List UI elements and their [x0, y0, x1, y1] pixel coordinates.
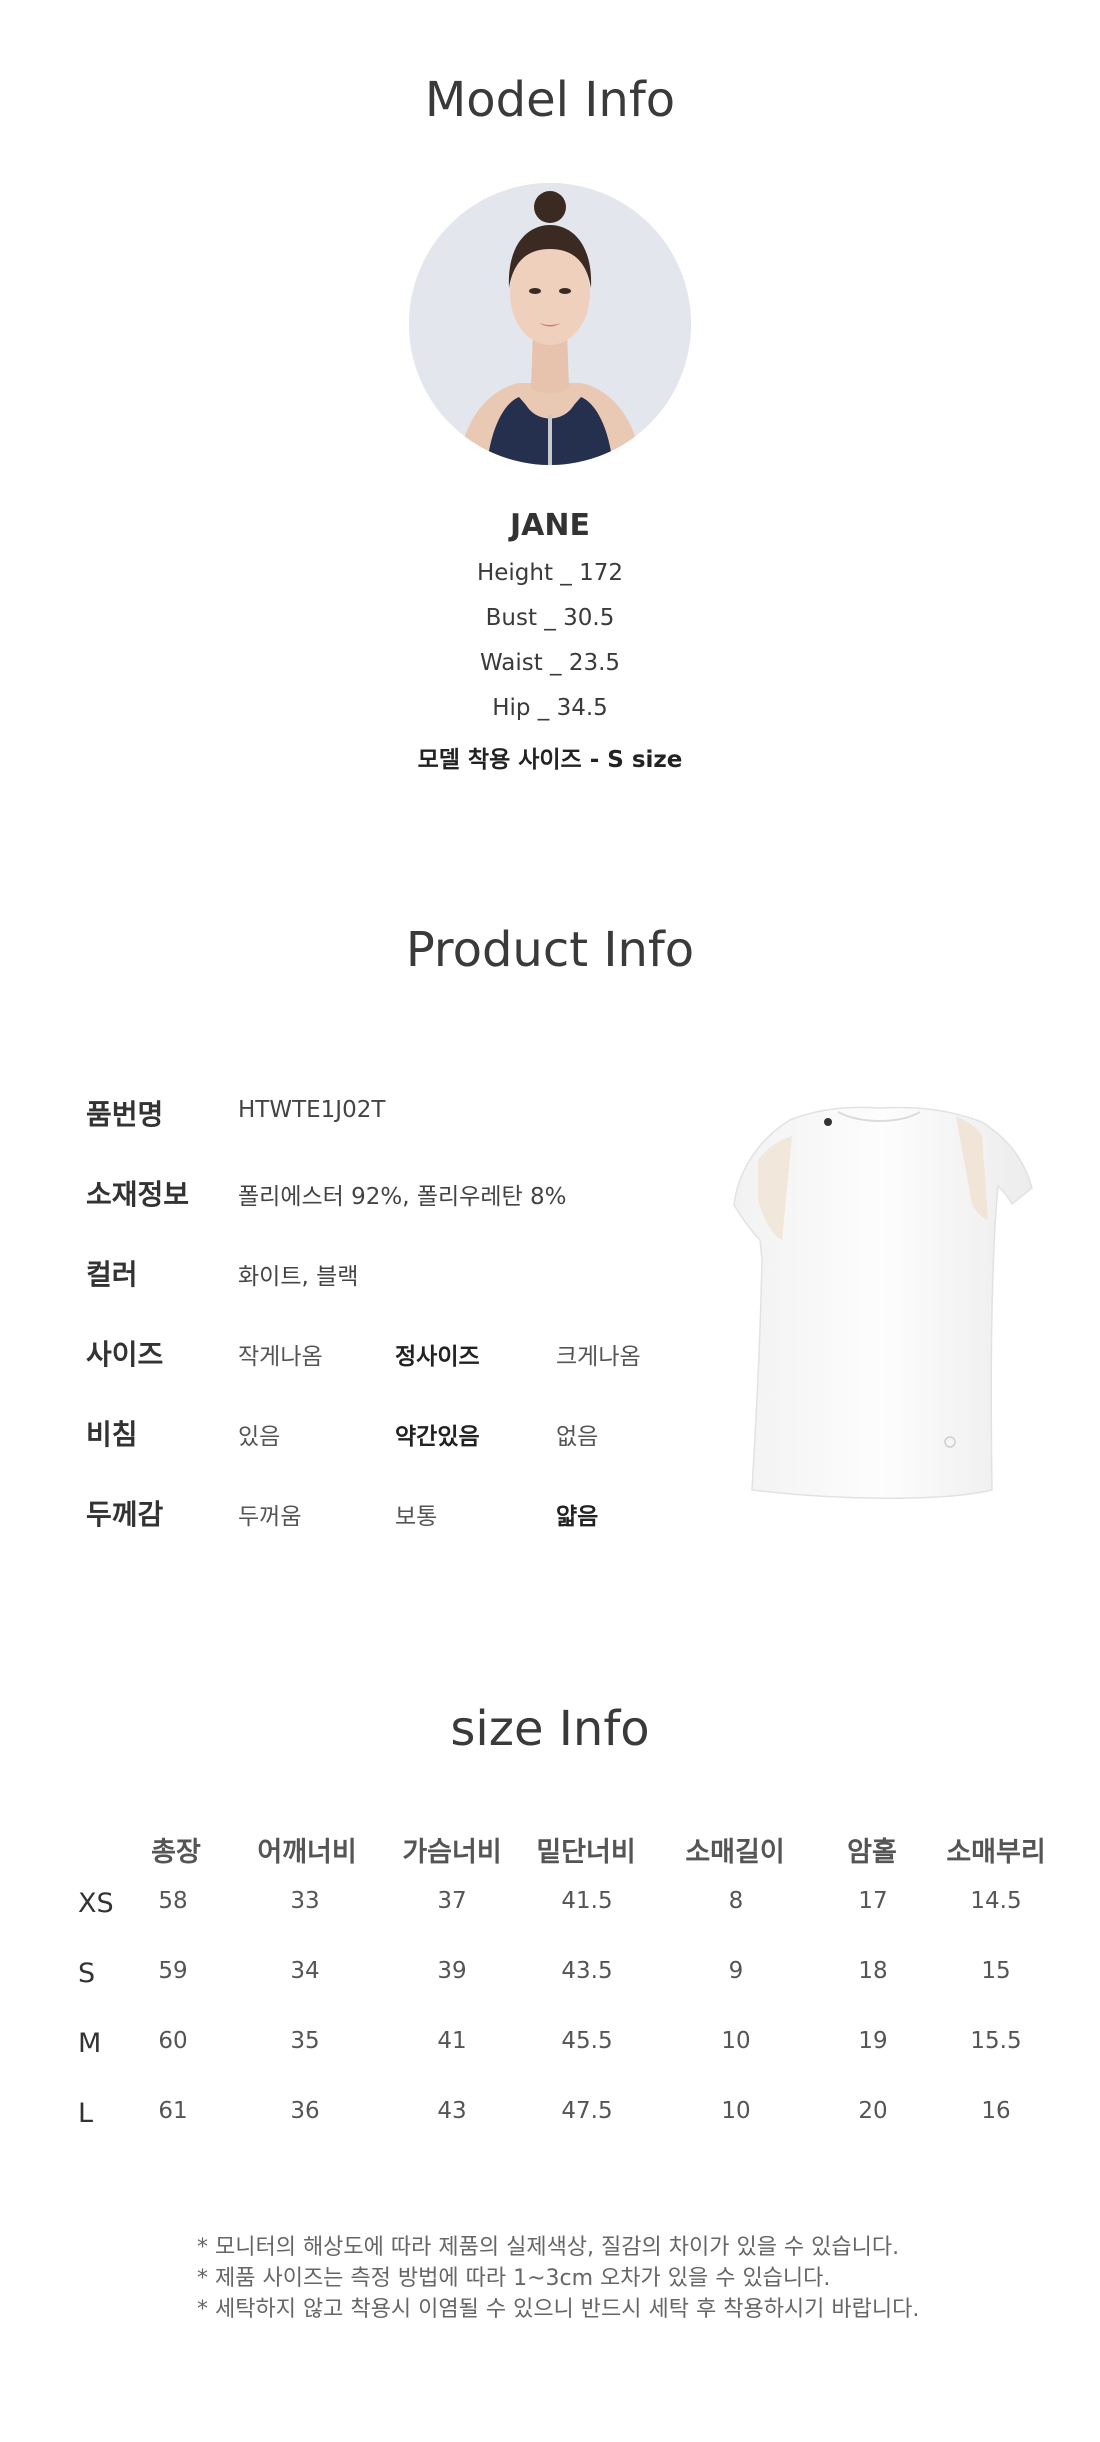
size-cell: 36 — [290, 2098, 320, 2124]
size-cell: 15 — [981, 1958, 1011, 1984]
size-cell: 39 — [437, 1958, 467, 1984]
size-row-m: M 60 35 41 45.5 10 19 15.5 — [0, 2028, 1100, 2068]
model-height: Height _ 172 — [476, 560, 624, 586]
size-cell: 60 — [158, 2028, 188, 2054]
size-header-cell: 밑단너비 — [536, 1837, 636, 1868]
product-row-material: 소재정보 폴리에스터 92%, 폴리우레탄 8% — [0, 1173, 700, 1213]
product-label: 컬러 — [86, 1258, 138, 1291]
scale-option: 얇음 — [556, 1504, 599, 1530]
product-info-title: Product Info — [405, 922, 695, 978]
scale-option: 약간있음 — [395, 1424, 480, 1450]
product-value: 화이트, 블랙 — [238, 1264, 359, 1290]
model-photo-illustration — [409, 183, 691, 465]
size-label: M — [78, 2028, 102, 2059]
size-row-l: L 61 36 43 47.5 10 20 16 — [0, 2098, 1100, 2138]
size-cell: 19 — [858, 2028, 888, 2054]
model-hip: Hip _ 34.5 — [492, 695, 608, 721]
size-row-s: S 59 34 39 43.5 9 18 15 — [0, 1958, 1100, 1998]
size-cell: 43.5 — [561, 1958, 613, 1984]
scale-option: 보통 — [395, 1504, 438, 1530]
size-cell: 37 — [437, 1888, 467, 1914]
size-header-cell: 소매길이 — [685, 1837, 785, 1868]
size-cell: 61 — [158, 2098, 188, 2124]
size-cell: 41 — [437, 2028, 467, 2054]
size-header-cell: 소매부리 — [946, 1837, 1046, 1868]
product-row-code: 품번명 HTWTE1J02T — [0, 1093, 700, 1133]
size-cell: 41.5 — [561, 1888, 613, 1914]
size-label: L — [78, 2098, 94, 2129]
product-row-fit: 사이즈 작게나옴 정사이즈 크게나옴 — [0, 1333, 700, 1373]
disclaimer-notes: * 모니터의 해상도에 따라 제품의 실제색상, 질감의 차이가 있을 수 있습… — [197, 2232, 919, 2325]
model-info-title: Model Info — [424, 72, 676, 128]
size-label: S — [78, 1958, 96, 1989]
size-cell: 33 — [290, 1888, 320, 1914]
scale-option: 없음 — [556, 1424, 599, 1450]
product-label: 두께감 — [86, 1498, 164, 1531]
size-cell: 10 — [721, 2028, 751, 2054]
model-wearing-size: 모델 착용 사이즈 - S size — [417, 747, 683, 773]
size-header-cell: 총장 — [151, 1837, 201, 1868]
size-header-cell: 어깨너비 — [257, 1837, 357, 1868]
size-cell: 10 — [721, 2098, 751, 2124]
size-header-cell: 암홀 — [847, 1837, 897, 1868]
size-cell: 15.5 — [970, 2028, 1022, 2054]
product-label: 품번명 — [86, 1098, 164, 1131]
size-row-xs: XS 58 33 37 41.5 8 17 14.5 — [0, 1888, 1100, 1928]
size-cell: 59 — [158, 1958, 188, 1984]
size-cell: 17 — [858, 1888, 888, 1914]
size-cell: 16 — [981, 2098, 1011, 2124]
product-value: 폴리에스터 92%, 폴리우레탄 8% — [238, 1184, 567, 1210]
model-bust: Bust _ 30.5 — [485, 605, 615, 631]
size-cell: 47.5 — [561, 2098, 613, 2124]
model-name: JANE — [510, 508, 590, 543]
scale-option: 작게나옴 — [238, 1344, 323, 1370]
note-line: * 세탁하지 않고 착용시 이염될 수 있으니 반드시 세탁 후 착용하시기 바… — [197, 2297, 920, 2322]
scale-option: 있음 — [238, 1424, 281, 1450]
product-label: 소재정보 — [86, 1178, 190, 1211]
size-label: XS — [78, 1888, 114, 1919]
product-shirt-image — [733, 1106, 1033, 1499]
size-cell: 18 — [858, 1958, 888, 1984]
size-cell: 45.5 — [561, 2028, 613, 2054]
product-row-color: 컬러 화이트, 블랙 — [0, 1253, 700, 1293]
size-cell: 35 — [290, 2028, 320, 2054]
scale-option: 크게나옴 — [556, 1344, 641, 1370]
size-cell: 8 — [728, 1888, 744, 1914]
size-cell: 20 — [858, 2098, 888, 2124]
model-waist: Waist _ 23.5 — [479, 650, 621, 676]
size-cell: 34 — [290, 1958, 320, 1984]
size-info-title: size Info — [450, 1701, 650, 1757]
scale-option: 정사이즈 — [395, 1344, 480, 1370]
size-cell: 9 — [728, 1958, 744, 1984]
size-header-cell: 가슴너비 — [402, 1837, 502, 1868]
product-label: 비침 — [86, 1418, 138, 1451]
model-avatar — [409, 183, 691, 465]
size-cell: 43 — [437, 2098, 467, 2124]
product-label: 사이즈 — [86, 1338, 164, 1371]
product-detail-page: Model Info JANE Height _ 172 Bust _ 30.5… — [0, 0, 1100, 2442]
scale-option: 두꺼움 — [238, 1504, 302, 1530]
size-cell: 58 — [158, 1888, 188, 1914]
note-line: * 제품 사이즈는 측정 방법에 따라 1~3cm 오차가 있을 수 있습니다. — [197, 2266, 831, 2291]
product-row-sheerness: 비침 있음 약간있음 없음 — [0, 1413, 700, 1453]
note-line: * 모니터의 해상도에 따라 제품의 실제색상, 질감의 차이가 있을 수 있습… — [197, 2235, 900, 2260]
size-cell: 14.5 — [970, 1888, 1022, 1914]
product-value: HTWTE1J02T — [238, 1097, 386, 1123]
product-row-thickness: 두께감 두꺼움 보통 얇음 — [0, 1493, 700, 1533]
